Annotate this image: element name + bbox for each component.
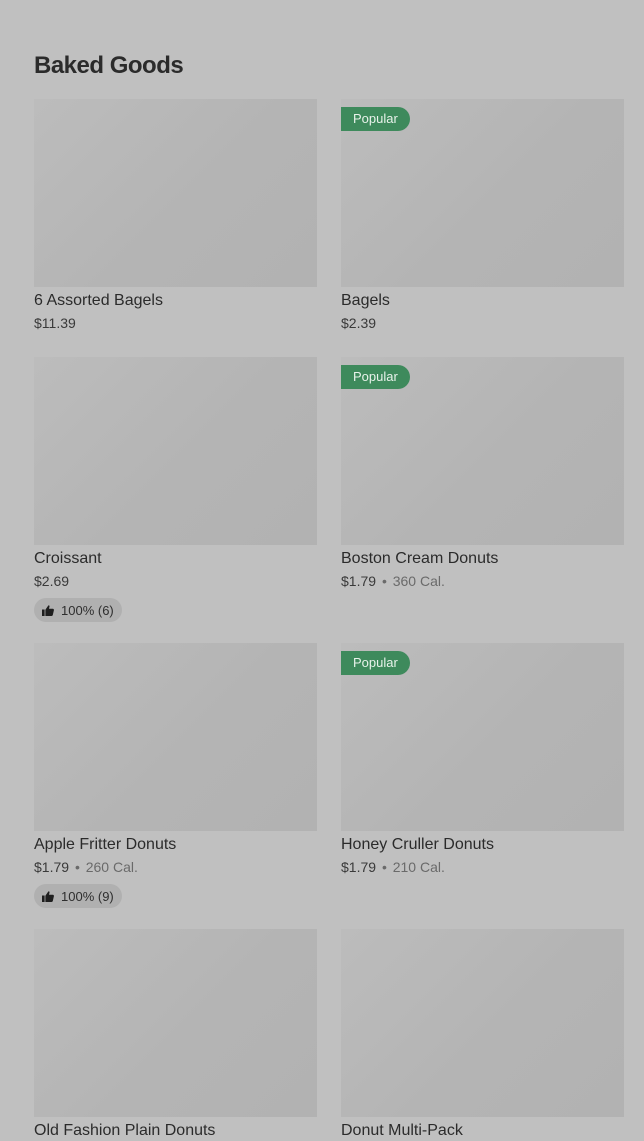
item-name: 6 Assorted Bagels — [34, 292, 163, 309]
menu-item-card[interactable]: Popular Bagels $2.39 — [341, 99, 624, 357]
item-meta: $1.79 • 210 Cal. — [341, 859, 624, 876]
thumbs-up-icon — [42, 890, 54, 902]
item-image: Popular — [341, 643, 624, 831]
item-image — [34, 99, 317, 287]
item-name: Boston Cream Donuts — [341, 550, 499, 567]
separator-dot: • — [381, 859, 387, 875]
menu-item-card[interactable]: Popular Boston Cream Donuts $1.79 • 360 … — [341, 357, 624, 643]
item-price: $2.39 — [341, 315, 377, 331]
previous-section-cutoff: $### $### — [0, 0, 644, 4]
item-meta: $1.79 • 360 Cal. — [341, 573, 624, 590]
menu-item-card[interactable]: 6 Assorted Bagels $11.39 — [34, 99, 317, 357]
menu-item-card[interactable]: Apple Fritter Donuts $1.79 • 260 Cal. 10… — [34, 643, 317, 929]
menu-item-card[interactable]: Old Fashion Plain Donuts — [34, 929, 317, 1139]
separator-dot: • — [74, 859, 80, 875]
separator-dot: • — [381, 573, 387, 589]
item-name: Bagels — [341, 292, 390, 309]
menu-item-grid: 6 Assorted Bagels $11.39 Popular Bagels … — [34, 99, 624, 1139]
item-image — [341, 929, 624, 1117]
section-title: Baked Goods — [34, 52, 184, 79]
menu-item-card[interactable]: Donut Multi-Pack — [341, 929, 624, 1139]
popular-badge: Popular — [341, 107, 410, 131]
item-price: $11.39 — [34, 315, 76, 331]
item-name: Honey Cruller Donuts — [341, 836, 494, 853]
rating-pill: 100% (6) — [34, 598, 122, 622]
item-price: $1.79 — [34, 859, 70, 875]
item-calories: 360 Cal. — [392, 573, 445, 589]
menu-item-card[interactable]: Croissant $2.69 100% (6) — [34, 357, 317, 643]
item-name: Croissant — [34, 550, 102, 567]
item-price: $1.79 — [341, 859, 377, 875]
item-name: Donut Multi-Pack — [341, 1122, 463, 1139]
item-image — [34, 929, 317, 1117]
rating-text: 100% (9) — [61, 888, 114, 904]
item-meta: $1.79 • 260 Cal. — [34, 859, 317, 876]
item-image — [34, 357, 317, 545]
item-calories: 210 Cal. — [392, 859, 445, 875]
item-name: Old Fashion Plain Donuts — [34, 1122, 216, 1139]
rating-pill: 100% (9) — [34, 884, 122, 908]
item-name: Apple Fritter Donuts — [34, 836, 177, 853]
item-price: $1.79 — [341, 573, 377, 589]
item-meta: $11.39 — [34, 315, 317, 332]
item-image: Popular — [341, 99, 624, 287]
rating-text: 100% (6) — [61, 602, 114, 618]
thumbs-up-icon — [42, 604, 54, 616]
menu-item-card[interactable]: Popular Honey Cruller Donuts $1.79 • 210… — [341, 643, 624, 929]
item-meta: $2.69 — [34, 573, 317, 590]
item-calories: 260 Cal. — [85, 859, 138, 875]
popular-badge: Popular — [341, 651, 410, 675]
item-meta: $2.39 — [341, 315, 624, 332]
item-image: Popular — [341, 357, 624, 545]
item-image — [34, 643, 317, 831]
item-price: $2.69 — [34, 573, 70, 589]
popular-badge: Popular — [341, 365, 410, 389]
